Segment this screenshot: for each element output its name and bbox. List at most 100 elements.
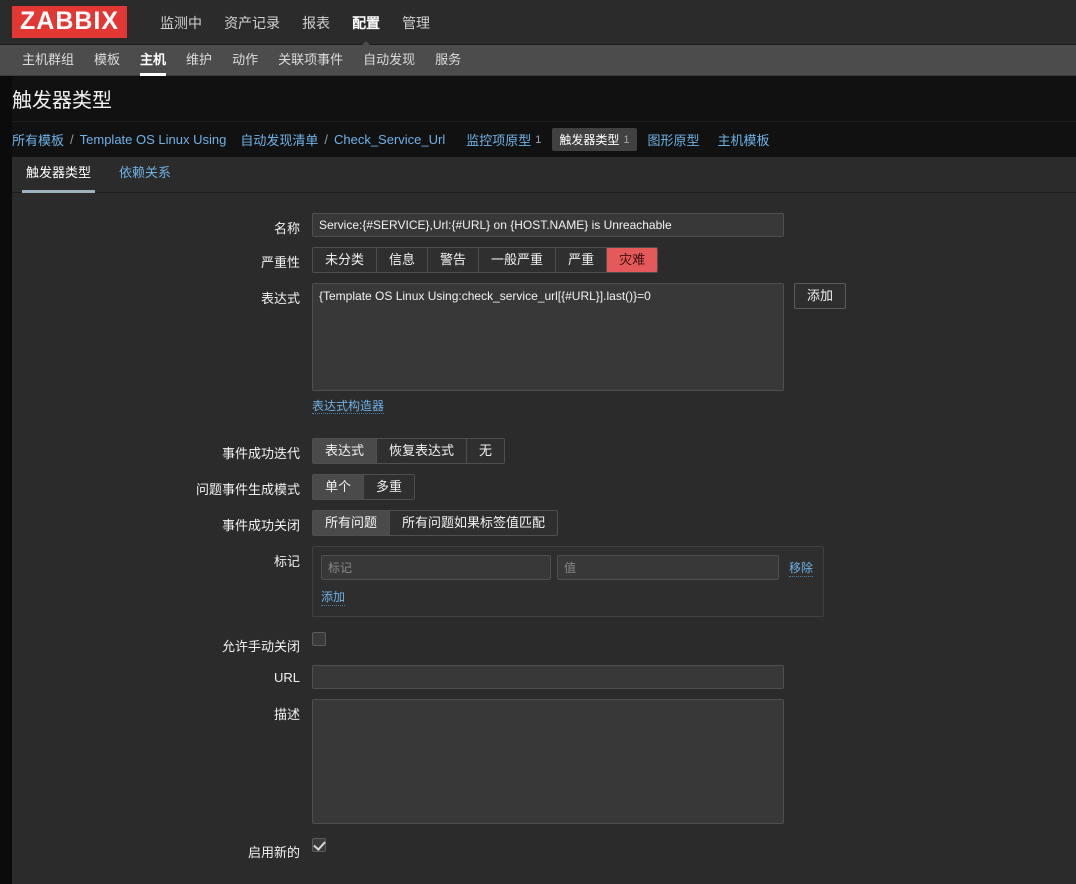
content-area: 触发器类型 所有模板 / Template OS Linux Using 自动发… <box>12 76 1076 884</box>
breadcrumb-chip-item-prototypes[interactable]: 监控项原型 1 <box>459 127 548 152</box>
subnav-item-maintenance[interactable]: 维护 <box>176 45 222 76</box>
form-row-ok-event-generation: 事件成功迭代 表达式 恢复表达式 无 <box>12 438 1076 464</box>
name-input[interactable] <box>312 213 784 237</box>
topnav-item-reports[interactable]: 报表 <box>291 0 341 46</box>
label-tags: 标记 <box>273 554 300 569</box>
severity-segmented-control: 未分类 信息 警告 一般严重 严重 灾难 <box>312 247 659 273</box>
tab-dependencies[interactable]: 依赖关系 <box>105 162 185 192</box>
label-name: 名称 <box>273 221 300 236</box>
subnav-item-hosts[interactable]: 主机 <box>130 45 176 76</box>
allow-manual-close-checkbox[interactable] <box>312 631 326 646</box>
tag-add-link[interactable]: 添加 <box>321 588 346 606</box>
field-description <box>312 699 1076 827</box>
field-problem-event-mode: 单个 多重 <box>312 474 1076 500</box>
trigger-prototype-form: 名称 严重性 未分类 信息 警告 一般严重 严重 灾难 <box>12 193 1076 884</box>
field-enabled <box>312 837 1076 852</box>
breadcrumb: 所有模板 / Template OS Linux Using 自动发现清单 / … <box>12 121 1076 157</box>
form-row-description: 描述 <box>12 699 1076 827</box>
field-severity: 未分类 信息 警告 一般严重 严重 灾难 <box>312 247 1076 273</box>
label-problem-event-mode: 问题事件生成模式 <box>195 482 300 497</box>
problem-event-mode-segmented-control: 单个 多重 <box>312 474 416 500</box>
zabbix-logo[interactable]: ZABBIX <box>12 6 128 38</box>
form-row-severity: 严重性 未分类 信息 警告 一般严重 严重 灾难 <box>12 247 1076 273</box>
tag-name-input[interactable] <box>321 555 551 580</box>
ok-event-generation-segmented-control: 表达式 恢复表达式 无 <box>312 438 506 464</box>
problem-event-option-multiple[interactable]: 多重 <box>364 475 415 499</box>
label-actions-spacer <box>12 871 312 876</box>
subnav-item-discovery[interactable]: 自动发现 <box>353 45 425 76</box>
field-name <box>312 213 1076 237</box>
ok-event-option-expression[interactable]: 表达式 <box>313 439 378 463</box>
form-row-expression: 表达式 添加 表达式构造器 <box>12 283 1076 428</box>
breadcrumb-separator-2: / <box>324 132 328 147</box>
severity-option-average[interactable]: 一般严重 <box>479 248 557 272</box>
chip-label-trigger-prototypes: 触发器类型 <box>559 133 620 147</box>
breadcrumb-chip-trigger-prototypes[interactable]: 触发器类型 1 <box>552 128 637 151</box>
tag-remove-link[interactable]: 移除 <box>789 559 814 577</box>
topnav-item-monitoring[interactable]: 监测中 <box>149 0 213 46</box>
chip-label-graph-prototypes: 图形原型 <box>647 133 700 148</box>
breadcrumb-discovery-list[interactable]: 自动发现清单 <box>240 130 318 149</box>
field-url <box>312 665 1076 689</box>
field-allow-manual-close <box>312 631 1076 646</box>
left-gutter <box>0 76 12 884</box>
label-enabled: 启用新的 <box>247 845 300 860</box>
ok-event-option-recovery-expression[interactable]: 恢复表达式 <box>377 439 468 463</box>
ok-event-closes-option-tag-match[interactable]: 所有问题如果标签值匹配 <box>390 511 558 535</box>
problem-event-option-single[interactable]: 单个 <box>313 475 365 499</box>
subnav-item-services[interactable]: 服务 <box>425 45 471 76</box>
topnav-item-inventory[interactable]: 资产记录 <box>213 0 291 46</box>
form-row-ok-event-closes: 事件成功关闭 所有问题 所有问题如果标签值匹配 <box>12 510 1076 536</box>
form-row-allow-manual-close: 允许手动关闭 <box>12 631 1076 655</box>
ok-event-closes-option-all-problems[interactable]: 所有问题 <box>313 511 391 535</box>
form-row-name: 名称 <box>12 213 1076 237</box>
expression-constructor-link[interactable]: 表达式构造器 <box>312 399 385 414</box>
tags-box: 移除 添加 <box>312 546 824 617</box>
page-body: 触发器类型 所有模板 / Template OS Linux Using 自动发… <box>0 76 1076 884</box>
enabled-checkbox[interactable] <box>312 837 326 852</box>
field-ok-event-closes: 所有问题 所有问题如果标签值匹配 <box>312 510 1076 536</box>
tab-bar: 触发器类型 依赖关系 <box>12 157 1076 193</box>
label-expression: 表达式 <box>260 291 300 306</box>
url-input[interactable] <box>312 665 784 689</box>
form-row-actions: 更新 克隆 删除 取消 <box>12 871 1076 884</box>
label-ok-event-closes: 事件成功关闭 <box>221 518 300 533</box>
tab-trigger-prototype[interactable]: 触发器类型 <box>12 162 105 193</box>
label-url: URL <box>273 670 300 685</box>
subnav-item-templates[interactable]: 模板 <box>84 45 130 76</box>
breadcrumb-separator-1: / <box>70 132 74 147</box>
label-severity: 严重性 <box>260 255 300 270</box>
field-expression: 添加 表达式构造器 <box>312 283 1076 428</box>
form-row-url: URL <box>12 665 1076 689</box>
field-actions: 更新 克隆 删除 取消 <box>312 871 1076 884</box>
breadcrumb-all-templates[interactable]: 所有模板 <box>12 130 64 149</box>
severity-option-disaster[interactable]: 灾难 <box>607 248 658 272</box>
top-navigation-bar: ZABBIX 监测中 资产记录 报表 配置 管理 <box>0 0 1076 47</box>
ok-event-closes-segmented-control: 所有问题 所有问题如果标签值匹配 <box>312 510 559 536</box>
severity-option-information[interactable]: 信息 <box>377 248 429 272</box>
severity-option-not-classified[interactable]: 未分类 <box>313 248 378 272</box>
chip-label-host-prototypes: 主机模板 <box>717 133 770 148</box>
ok-event-option-none[interactable]: 无 <box>467 439 505 463</box>
breadcrumb-template-name[interactable]: Template OS Linux Using <box>80 132 227 147</box>
label-ok-event-generation: 事件成功迭代 <box>221 446 300 461</box>
severity-option-warning[interactable]: 警告 <box>428 248 480 272</box>
topnav-item-configuration[interactable]: 配置 <box>341 0 391 47</box>
expression-row: 添加 <box>312 283 1076 391</box>
field-tags: 移除 添加 <box>312 546 1076 617</box>
subnav-item-actions[interactable]: 动作 <box>222 45 268 76</box>
topnav-item-administration[interactable]: 管理 <box>391 0 441 46</box>
chip-count-trigger-prototypes: 1 <box>623 133 630 146</box>
subnav-item-correlation[interactable]: 关联项事件 <box>268 45 353 76</box>
tag-row: 移除 <box>321 555 814 580</box>
tag-value-input[interactable] <box>557 555 779 580</box>
breadcrumb-chip-host-prototypes[interactable]: 主机模板 <box>711 127 777 152</box>
subnav-item-host-groups[interactable]: 主机群组 <box>12 45 84 76</box>
breadcrumb-chip-graph-prototypes[interactable]: 图形原型 <box>641 127 707 152</box>
expression-textarea[interactable] <box>312 283 784 391</box>
breadcrumb-discovery-rule[interactable]: Check_Service_Url <box>334 132 445 147</box>
form-row-enabled: 启用新的 <box>12 837 1076 861</box>
expression-add-button[interactable]: 添加 <box>794 283 847 309</box>
description-textarea[interactable] <box>312 699 784 824</box>
severity-option-high[interactable]: 严重 <box>556 248 608 272</box>
